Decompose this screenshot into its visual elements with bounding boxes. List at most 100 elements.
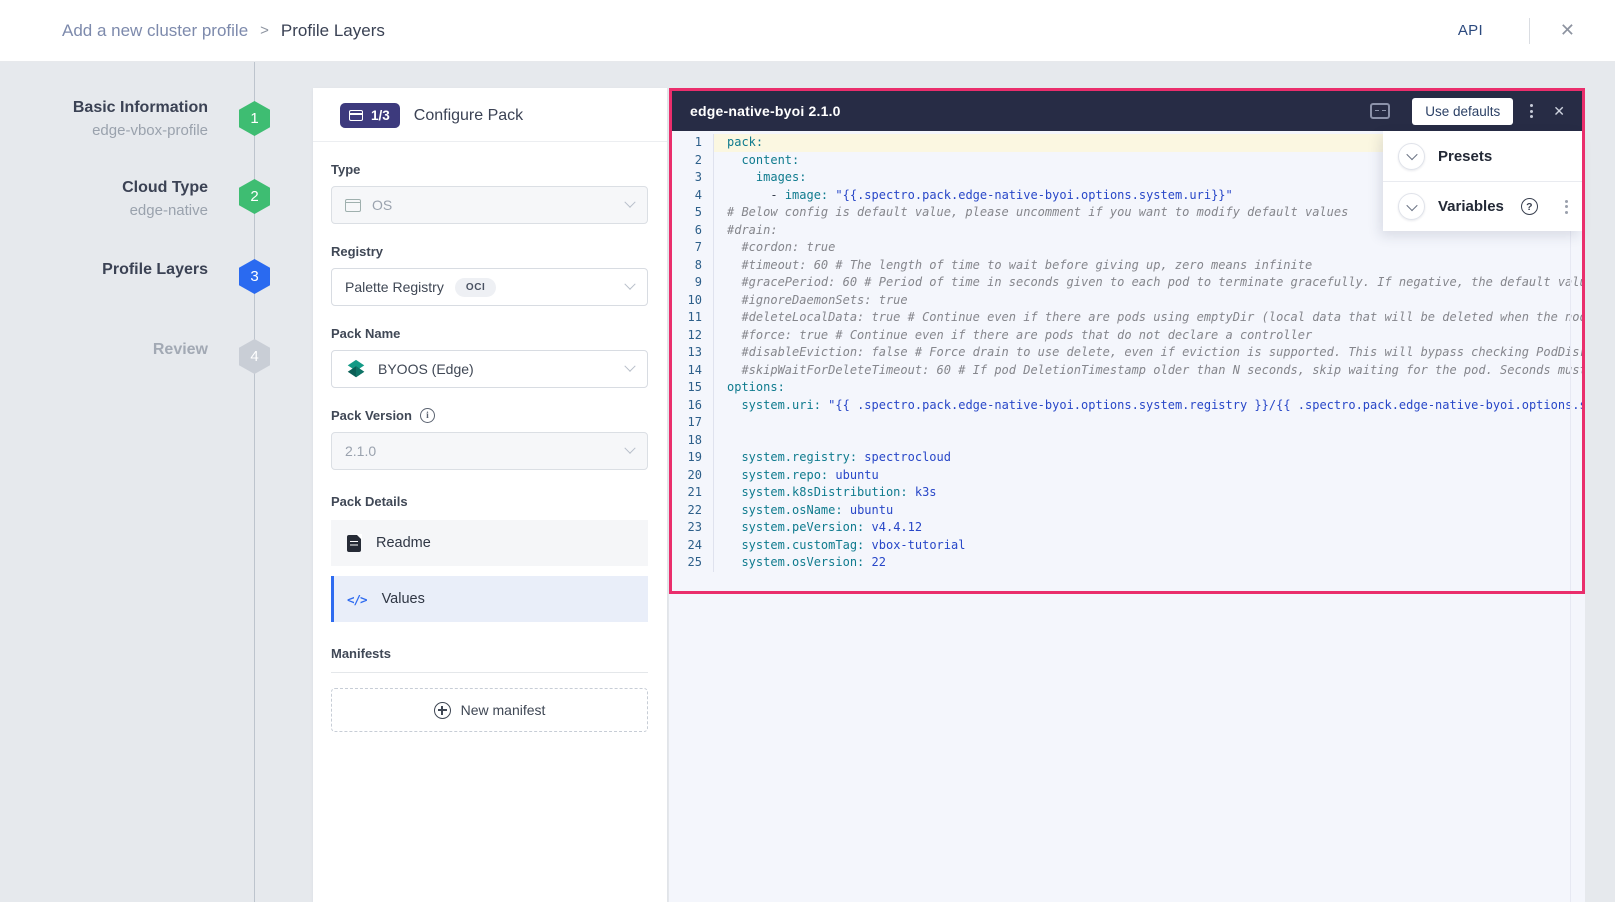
code-area[interactable]: 1pack:2 content:3 images:4 - image: "{{.…	[672, 131, 1582, 902]
editor-title: edge-native-byoi 2.1.0	[690, 103, 841, 119]
window-icon	[349, 110, 363, 121]
line-number: 6	[672, 222, 714, 240]
code-text: system.peVersion: v4.4.12	[714, 519, 1582, 537]
new-manifest-button[interactable]: New manifest	[331, 688, 648, 732]
pack-version-label: Pack Version i	[331, 408, 648, 423]
editor-scrollbar-track[interactable]	[1570, 131, 1571, 902]
line-number: 11	[672, 309, 714, 327]
line-number: 15	[672, 379, 714, 397]
code-line[interactable]: 10 #ignoreDaemonSets: true	[672, 292, 1582, 310]
line-number: 3	[672, 169, 714, 187]
values-tab[interactable]: </> Values	[331, 576, 648, 622]
code-line[interactable]: 25 system.osVersion: 22	[672, 554, 1582, 572]
code-line[interactable]: 19 system.registry: spectrocloud	[672, 449, 1582, 467]
registry-select[interactable]: Palette Registry OCI	[331, 268, 648, 306]
readme-label: Readme	[376, 535, 431, 551]
code-line[interactable]: 9 #gracePeriod: 60 # Period of time in s…	[672, 274, 1582, 292]
code-text	[714, 432, 1582, 450]
code-line[interactable]: 7 #cordon: true	[672, 239, 1582, 257]
manifests-label: Manifests	[331, 646, 648, 661]
code-line[interactable]: 23 system.peVersion: v4.4.12	[672, 519, 1582, 537]
code-line[interactable]: 22 system.osName: ubuntu	[672, 502, 1582, 520]
pack-name-select[interactable]: BYOOS (Edge)	[331, 350, 648, 388]
code-line[interactable]: 18	[672, 432, 1582, 450]
code-line[interactable]: 17	[672, 414, 1582, 432]
type-label: Type	[331, 162, 648, 177]
code-text: #disableEviction: false # Force drain to…	[714, 344, 1582, 362]
type-select: OS	[331, 186, 648, 224]
header-divider	[1529, 18, 1530, 44]
code-text: system.osVersion: 22	[714, 554, 1582, 572]
kebab-menu-icon[interactable]	[1530, 104, 1534, 118]
chevron-down-icon	[624, 197, 635, 208]
code-line[interactable]: 8 #timeout: 60 # The length of time to w…	[672, 257, 1582, 275]
chevron-down-icon[interactable]	[1398, 143, 1425, 170]
diff-view-icon[interactable]	[1370, 103, 1390, 119]
code-text: #ignoreDaemonSets: true	[714, 292, 1582, 310]
top-bar: Add a new cluster profile > Profile Laye…	[0, 0, 1615, 62]
presets-row[interactable]: Presets	[1383, 131, 1582, 181]
registry-label: Registry	[331, 244, 648, 259]
code-line[interactable]: 21 system.k8sDistribution: k3s	[672, 484, 1582, 502]
code-line[interactable]: 14 #skipWaitForDeleteTimeout: 60 # If po…	[672, 362, 1582, 380]
line-number: 4	[672, 187, 714, 205]
breadcrumb-parent-link[interactable]: Add a new cluster profile	[62, 21, 248, 41]
code-text: #force: true # Continue even if there ar…	[714, 327, 1582, 345]
code-icon: </>	[347, 592, 367, 607]
question-icon[interactable]: ?	[1521, 198, 1538, 215]
editor-header: edge-native-byoi 2.1.0 Use defaults ✕	[672, 91, 1582, 131]
code-line[interactable]: 15options:	[672, 379, 1582, 397]
step-profile-layers[interactable]: Profile Layers	[0, 259, 208, 281]
line-number: 14	[672, 362, 714, 380]
use-defaults-button[interactable]: Use defaults	[1412, 98, 1513, 125]
code-text: system.uri: "{{ .spectro.pack.edge-nativ…	[714, 397, 1582, 415]
variables-row[interactable]: Variables ?	[1383, 181, 1582, 231]
step-1-badge[interactable]: 1	[239, 101, 270, 136]
step-4-badge[interactable]: 4	[239, 339, 270, 374]
kebab-menu-icon[interactable]	[1565, 200, 1569, 214]
code-text: system.osName: ubuntu	[714, 502, 1582, 520]
configure-pack-panel: 1/3 Configure Pack Type OS Registry Pale…	[313, 88, 667, 902]
line-number: 1	[672, 134, 714, 152]
step-3-badge[interactable]: 3	[239, 259, 270, 294]
code-text: #gracePeriod: 60 # Period of time in sec…	[714, 274, 1582, 292]
line-number: 12	[672, 327, 714, 345]
info-icon[interactable]: i	[420, 408, 435, 423]
code-line[interactable]: 24 system.customTag: vbox-tutorial	[672, 537, 1582, 555]
plus-circle-icon	[434, 702, 451, 719]
step-title: Basic Information	[0, 97, 208, 119]
step-cloud-type[interactable]: Cloud Type edge-native	[0, 177, 208, 222]
variables-label: Variables	[1438, 198, 1504, 215]
chevron-down-icon[interactable]	[1398, 193, 1425, 220]
pack-form: Type OS Registry Palette Registry OCI Pa…	[313, 142, 667, 732]
code-text: options:	[714, 379, 1582, 397]
readme-tab[interactable]: Readme	[331, 520, 648, 566]
pack-version-value: 2.1.0	[345, 443, 376, 459]
code-line[interactable]: 20 system.repo: ubuntu	[672, 467, 1582, 485]
pack-name-label: Pack Name	[331, 326, 648, 341]
step-2-badge[interactable]: 2	[239, 179, 270, 214]
oci-badge: OCI	[455, 278, 497, 297]
editor-close-icon[interactable]: ✕	[1553, 103, 1565, 120]
code-text	[714, 414, 1582, 432]
api-link[interactable]: API	[1458, 22, 1483, 39]
code-line[interactable]: 12 #force: true # Continue even if there…	[672, 327, 1582, 345]
os-icon	[345, 199, 361, 212]
line-number: 5	[672, 204, 714, 222]
registry-value: Palette Registry	[345, 279, 444, 295]
pack-version-label-text: Pack Version	[331, 408, 412, 423]
code-line[interactable]: 13 #disableEviction: false # Force drain…	[672, 344, 1582, 362]
line-number: 20	[672, 467, 714, 485]
step-review[interactable]: Review	[0, 339, 208, 361]
presets-label: Presets	[1438, 148, 1492, 165]
code-line[interactable]: 11 #deleteLocalData: true # Continue eve…	[672, 309, 1582, 327]
chevron-down-icon	[624, 361, 635, 372]
code-text: system.repo: ubuntu	[714, 467, 1582, 485]
line-number: 2	[672, 152, 714, 170]
close-icon[interactable]: ✕	[1560, 20, 1575, 41]
step-basic-information[interactable]: Basic Information edge-vbox-profile	[0, 97, 208, 142]
line-number: 10	[672, 292, 714, 310]
line-number: 7	[672, 239, 714, 257]
pack-name-value: BYOOS (Edge)	[378, 361, 474, 377]
code-line[interactable]: 16 system.uri: "{{ .spectro.pack.edge-na…	[672, 397, 1582, 415]
